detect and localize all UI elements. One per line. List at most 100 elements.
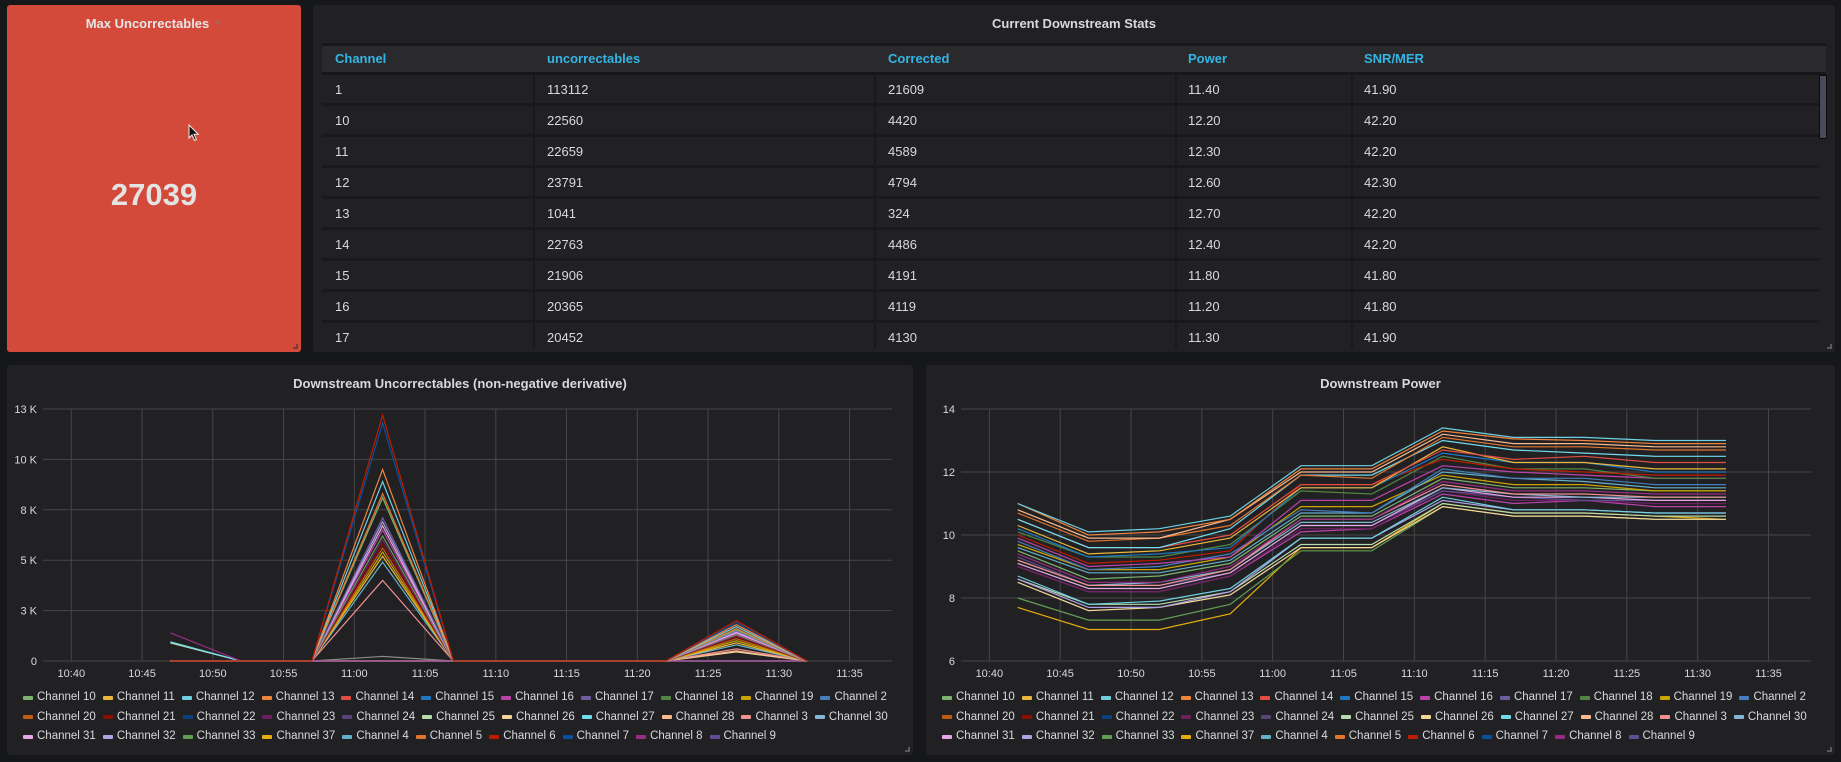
legend-swatch-icon bbox=[1628, 734, 1639, 739]
legend-item[interactable]: Channel 13 bbox=[261, 688, 334, 708]
series-line[interactable] bbox=[170, 479, 808, 662]
legend-item[interactable]: Channel 21 bbox=[102, 708, 176, 728]
legend-item[interactable]: Channel 19 bbox=[1659, 688, 1732, 708]
column-header-uncorrectables[interactable]: uncorrectables bbox=[547, 51, 640, 66]
chevron-down-icon[interactable] bbox=[214, 21, 223, 26]
legend-item[interactable]: Channel 8 bbox=[1555, 727, 1622, 747]
legend-item[interactable]: Channel 20 bbox=[942, 708, 1015, 728]
table-panel-title[interactable]: Current Downstream Stats bbox=[313, 16, 1835, 31]
panel-resize-handle[interactable] bbox=[293, 344, 298, 349]
legend-item[interactable]: Channel 24 bbox=[342, 708, 415, 728]
series-line[interactable] bbox=[170, 420, 808, 662]
uncorrectables-legend: Channel 10 Channel 11 Channel 12 Channel 13… bbox=[23, 688, 913, 747]
legend-item[interactable]: Channel 17 bbox=[1499, 688, 1573, 708]
legend-item[interactable]: Channel 7 bbox=[562, 727, 629, 747]
legend-item[interactable]: Channel 9 bbox=[709, 727, 776, 747]
table-row[interactable]: 16 20365 4119 11.20 41.80 bbox=[322, 292, 1820, 323]
column-header-corrected[interactable]: Corrected bbox=[888, 51, 949, 66]
legend-item[interactable]: Channel 20 bbox=[23, 708, 96, 728]
legend-item[interactable]: Channel 27 bbox=[581, 708, 655, 728]
legend-swatch-icon bbox=[415, 734, 426, 739]
legend-item[interactable]: Channel 14 bbox=[1260, 688, 1333, 708]
panel-resize-handle[interactable] bbox=[1827, 344, 1832, 349]
series-line[interactable] bbox=[170, 467, 808, 662]
table-cell-uncorrectables: 1041 bbox=[547, 206, 576, 221]
legend-item[interactable]: Channel 25 bbox=[422, 708, 495, 728]
legend-item[interactable]: Channel 32 bbox=[102, 727, 176, 747]
legend-item[interactable]: Channel 12 bbox=[181, 688, 255, 708]
legend-item[interactable]: Channel 21 bbox=[1021, 708, 1095, 728]
legend-item[interactable]: Channel 11 bbox=[1021, 688, 1094, 708]
legend-item[interactable]: Channel 15 bbox=[421, 688, 494, 708]
column-divider bbox=[1175, 168, 1177, 196]
table-row[interactable]: 12 23791 4794 12.60 42.30 bbox=[322, 168, 1820, 199]
legend-item[interactable]: Channel 24 bbox=[1261, 708, 1334, 728]
legend-item[interactable]: Channel 27 bbox=[1500, 708, 1574, 728]
legend-item[interactable]: Channel 23 bbox=[1181, 708, 1254, 728]
legend-item[interactable]: Channel 28 bbox=[1580, 708, 1653, 728]
column-header-snr-mer[interactable]: SNR/MER bbox=[1364, 51, 1424, 66]
legend-item[interactable]: Channel 22 bbox=[1101, 708, 1174, 728]
legend-item[interactable]: Channel 9 bbox=[1628, 727, 1695, 747]
legend-item[interactable]: Channel 26 bbox=[1420, 708, 1494, 728]
legend-label: Channel 24 bbox=[356, 710, 416, 723]
series-line[interactable] bbox=[170, 655, 808, 662]
legend-item[interactable]: Channel 8 bbox=[636, 727, 703, 747]
column-divider bbox=[1351, 323, 1353, 348]
legend-item[interactable]: Channel 33 bbox=[182, 727, 255, 747]
legend-item[interactable]: Channel 3 bbox=[741, 708, 808, 728]
table-row[interactable]: 14 22763 4486 12.40 42.20 bbox=[322, 230, 1820, 261]
legend-item[interactable]: Channel 37 bbox=[262, 727, 335, 747]
legend-item[interactable]: Channel 13 bbox=[1180, 688, 1253, 708]
legend-item[interactable]: Channel 25 bbox=[1341, 708, 1414, 728]
legend-item[interactable]: Channel 28 bbox=[661, 708, 734, 728]
legend-item[interactable]: Channel 31 bbox=[942, 727, 1015, 747]
legend-item[interactable]: Channel 14 bbox=[341, 688, 414, 708]
stat-panel-title[interactable]: Max Uncorrectables bbox=[7, 16, 301, 31]
legend-item[interactable]: Channel 17 bbox=[580, 688, 654, 708]
column-header-power[interactable]: Power bbox=[1188, 51, 1227, 66]
legend-item[interactable]: Channel 10 bbox=[942, 688, 1015, 708]
legend-item[interactable]: Channel 18 bbox=[660, 688, 734, 708]
legend-item[interactable]: Channel 16 bbox=[501, 688, 574, 708]
legend-item[interactable]: Channel 6 bbox=[489, 727, 556, 747]
legend-item[interactable]: Channel 37 bbox=[1181, 727, 1254, 747]
table-row[interactable]: 15 21906 4191 11.80 41.80 bbox=[322, 261, 1820, 292]
table-row[interactable]: 1 113112 21609 11.40 41.90 bbox=[322, 75, 1820, 106]
legend-item[interactable]: Channel 15 bbox=[1340, 688, 1413, 708]
legend-item[interactable]: Channel 5 bbox=[415, 727, 482, 747]
table-row[interactable]: 11 22659 4589 12.30 42.20 bbox=[322, 137, 1820, 168]
series-line[interactable] bbox=[170, 650, 808, 662]
legend-item[interactable]: Channel 11 bbox=[102, 688, 175, 708]
legend-item[interactable]: Channel 33 bbox=[1101, 727, 1174, 747]
legend-item[interactable]: Channel 7 bbox=[1481, 727, 1548, 747]
legend-item[interactable]: Channel 4 bbox=[342, 727, 409, 747]
legend-item[interactable]: Channel 5 bbox=[1334, 727, 1401, 747]
table-row[interactable]: 17 20452 4130 11.30 41.90 bbox=[322, 323, 1820, 348]
legend-item[interactable]: Channel 2 bbox=[1739, 688, 1806, 708]
legend-item[interactable]: Channel 32 bbox=[1021, 727, 1095, 747]
legend-item[interactable]: Channel 19 bbox=[740, 688, 813, 708]
legend-item[interactable]: Channel 31 bbox=[23, 727, 96, 747]
legend-item[interactable]: Channel 4 bbox=[1261, 727, 1328, 747]
series-line[interactable] bbox=[170, 412, 808, 662]
legend-item[interactable]: Channel 22 bbox=[182, 708, 255, 728]
table-scrollbar[interactable] bbox=[1819, 75, 1827, 139]
column-divider bbox=[1351, 168, 1353, 196]
legend-item[interactable]: Channel 18 bbox=[1579, 688, 1653, 708]
panel-resize-handle[interactable] bbox=[1827, 747, 1832, 752]
legend-item[interactable]: Channel 3 bbox=[1660, 708, 1727, 728]
legend-item[interactable]: Channel 30 bbox=[1733, 708, 1807, 728]
legend-item[interactable]: Channel 26 bbox=[501, 708, 575, 728]
legend-item[interactable]: Channel 6 bbox=[1408, 727, 1475, 747]
legend-item[interactable]: Channel 2 bbox=[820, 688, 887, 708]
panel-resize-handle[interactable] bbox=[905, 747, 910, 752]
column-header-channel[interactable]: Channel bbox=[335, 51, 386, 66]
legend-item[interactable]: Channel 10 bbox=[23, 688, 96, 708]
legend-item[interactable]: Channel 30 bbox=[814, 708, 888, 728]
legend-item[interactable]: Channel 23 bbox=[262, 708, 335, 728]
table-row[interactable]: 13 1041 324 12.70 42.20 bbox=[322, 199, 1820, 230]
legend-item[interactable]: Channel 16 bbox=[1420, 688, 1493, 708]
table-row[interactable]: 10 22560 4420 12.20 42.20 bbox=[322, 106, 1820, 137]
legend-item[interactable]: Channel 12 bbox=[1100, 688, 1174, 708]
